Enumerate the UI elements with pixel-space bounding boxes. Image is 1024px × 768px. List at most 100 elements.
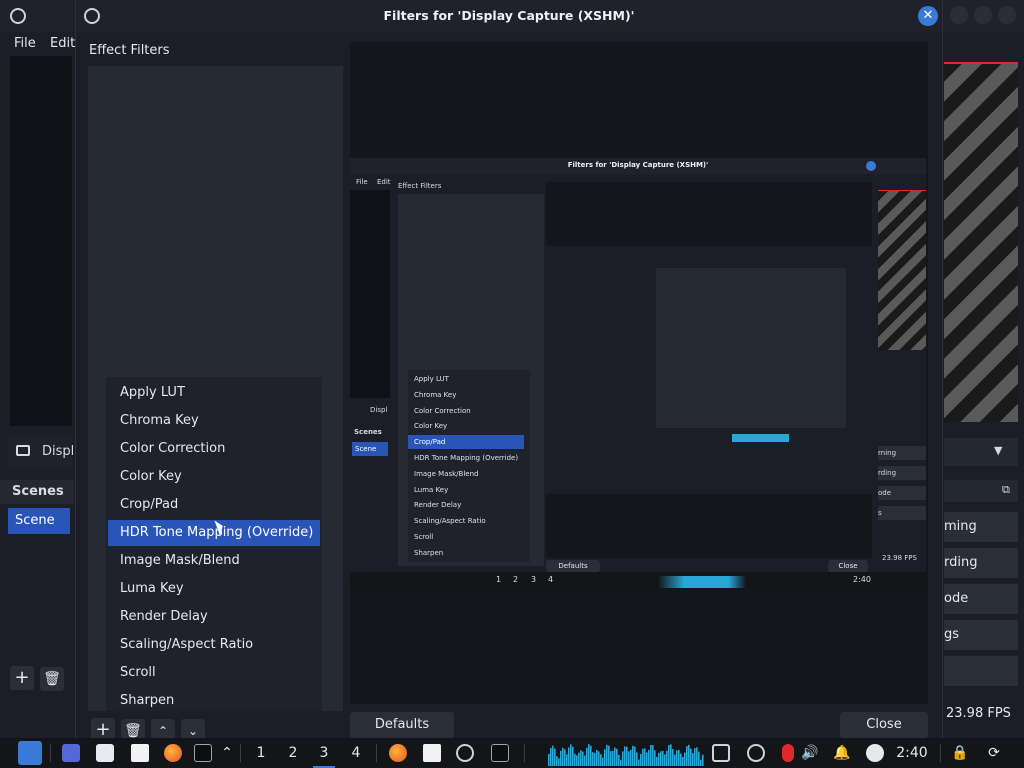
app-launcher-icon[interactable] bbox=[18, 741, 42, 765]
filter-option[interactable]: Sharpen bbox=[108, 688, 320, 714]
taskbar: ⌃ 1 2 3 4 🔊 🔔 2:40 🔒 ⟳ bbox=[0, 738, 1024, 768]
workspace-3[interactable]: 3 bbox=[313, 738, 335, 768]
audio-bar bbox=[636, 752, 638, 766]
right-dropdown[interactable]: ▼ bbox=[944, 438, 1018, 466]
filter-option[interactable]: Scroll bbox=[108, 660, 320, 686]
obs-task-icon[interactable] bbox=[456, 744, 474, 762]
audio-bar bbox=[622, 751, 624, 766]
nested-right-btn-2: rding bbox=[878, 466, 926, 480]
add-scene-icon[interactable]: + bbox=[10, 666, 34, 690]
studio-mode-button[interactable]: ode bbox=[944, 584, 1018, 614]
filter-option[interactable]: Color Correction bbox=[108, 436, 320, 462]
recording-label: rding bbox=[944, 555, 978, 570]
scene-controls: + 🗑 bbox=[10, 666, 70, 691]
screen-icon[interactable] bbox=[712, 744, 730, 762]
audio-bar bbox=[606, 744, 608, 766]
menu-edit[interactable]: Edit bbox=[50, 36, 75, 51]
close-button[interactable]: Close bbox=[840, 712, 928, 738]
scene-item[interactable]: Scene bbox=[8, 508, 70, 534]
undock-icon[interactable]: ⧉ bbox=[1002, 483, 1010, 497]
workspace-2[interactable]: 2 bbox=[282, 738, 304, 768]
audio-bar bbox=[612, 750, 614, 766]
exit-button[interactable] bbox=[944, 656, 1018, 686]
filter-option[interactable]: Apply LUT bbox=[108, 380, 320, 406]
audio-bar bbox=[600, 754, 602, 766]
filter-option[interactable]: Luma Key bbox=[108, 576, 320, 602]
audio-bar bbox=[702, 754, 704, 766]
audio-bar bbox=[578, 752, 580, 766]
studio-mode-label: ode bbox=[944, 591, 969, 606]
volume-icon[interactable]: 🔊 bbox=[800, 738, 820, 768]
start-recording-button[interactable]: rding bbox=[944, 548, 1018, 578]
refresh-icon[interactable]: ⟳ bbox=[984, 738, 1004, 768]
audio-bar bbox=[548, 754, 550, 766]
microphone-icon[interactable] bbox=[782, 744, 794, 762]
audio-bar bbox=[660, 751, 662, 766]
power-status-icon[interactable] bbox=[866, 744, 884, 762]
main-preview-left bbox=[10, 56, 72, 426]
obs-tray-icon[interactable] bbox=[747, 744, 765, 762]
filter-option[interactable]: Color Key bbox=[108, 464, 320, 490]
terminal-icon[interactable] bbox=[194, 744, 212, 762]
defaults-button[interactable]: Defaults bbox=[350, 712, 454, 738]
source-item[interactable]: Displ bbox=[8, 436, 74, 468]
filter-option[interactable]: Render Delay bbox=[108, 604, 320, 630]
taskbar-separator bbox=[50, 744, 51, 762]
minimize-icon[interactable] bbox=[950, 6, 968, 24]
workspace-1[interactable]: 1 bbox=[250, 738, 272, 768]
audio-bar bbox=[576, 755, 578, 766]
audio-bar bbox=[700, 759, 702, 766]
dialog-close-icon[interactable]: ✕ bbox=[918, 6, 938, 26]
nested-deep-window bbox=[656, 268, 846, 428]
filter-option[interactable]: HDR Tone Mapping (Override) bbox=[108, 520, 320, 546]
firefox-icon[interactable] bbox=[164, 744, 182, 762]
controls-header: ⧉ bbox=[944, 480, 1018, 502]
audio-bar bbox=[664, 754, 666, 766]
audio-bar bbox=[690, 748, 692, 766]
nested-ws-3: 3 bbox=[531, 575, 537, 584]
show-desktop-icon[interactable] bbox=[62, 744, 80, 762]
clock[interactable]: 2:40 bbox=[892, 738, 932, 768]
document-icon[interactable] bbox=[131, 744, 149, 762]
file-manager-icon[interactable] bbox=[96, 744, 114, 762]
menu-file[interactable]: File bbox=[14, 36, 36, 51]
filter-option[interactable]: Image Mask/Blend bbox=[108, 548, 320, 574]
close-main-icon[interactable] bbox=[998, 6, 1016, 24]
filter-option[interactable]: Scaling/Aspect Ratio bbox=[108, 632, 320, 658]
nested-title: Filters for 'Display Capture (XSHM)' bbox=[567, 161, 709, 169]
audio-bar bbox=[644, 748, 646, 766]
filter-option[interactable]: Crop/Pad bbox=[108, 492, 320, 518]
chevron-down-icon: ▼ bbox=[994, 444, 1003, 457]
nested-ws-1: 1 bbox=[496, 575, 502, 584]
maximize-icon[interactable] bbox=[974, 6, 992, 24]
filter-option[interactable]: Chroma Key bbox=[108, 408, 320, 434]
nested-scenes-header: Scenes bbox=[354, 428, 382, 436]
terminal-task-icon[interactable] bbox=[491, 744, 509, 762]
audio-bar bbox=[554, 748, 556, 766]
start-streaming-button[interactable]: ming bbox=[944, 512, 1018, 542]
audio-bar bbox=[626, 746, 628, 766]
nested-filter-option: Crop/Pad bbox=[408, 435, 524, 450]
settings-button[interactable]: gs bbox=[944, 620, 1018, 650]
document-task-icon[interactable] bbox=[423, 744, 441, 762]
audio-bar bbox=[658, 753, 660, 766]
audio-bar bbox=[654, 750, 656, 766]
audio-bar bbox=[632, 745, 634, 766]
nested-right-buttons: rning rding ode s 23.98 FPS bbox=[878, 404, 926, 564]
lock-icon[interactable]: 🔒 bbox=[950, 738, 970, 768]
audio-bar bbox=[628, 751, 630, 766]
firefox-task-icon[interactable] bbox=[389, 744, 407, 762]
chevron-up-icon[interactable]: ⌃ bbox=[220, 738, 234, 768]
nested-red-line bbox=[878, 190, 926, 191]
nested-audio-visualizer bbox=[658, 576, 746, 588]
trash-icon[interactable]: 🗑 bbox=[40, 667, 64, 691]
notification-bell-icon[interactable]: 🔔 bbox=[832, 738, 852, 768]
audio-bar bbox=[670, 744, 672, 766]
audio-bar bbox=[640, 753, 642, 766]
workspace-4[interactable]: 4 bbox=[345, 738, 367, 768]
nested-filter-option: Color Correction bbox=[414, 406, 471, 415]
audio-bar bbox=[630, 749, 632, 766]
audio-bar bbox=[552, 745, 554, 766]
audio-bar bbox=[550, 747, 552, 766]
taskbar-separator bbox=[524, 744, 525, 762]
